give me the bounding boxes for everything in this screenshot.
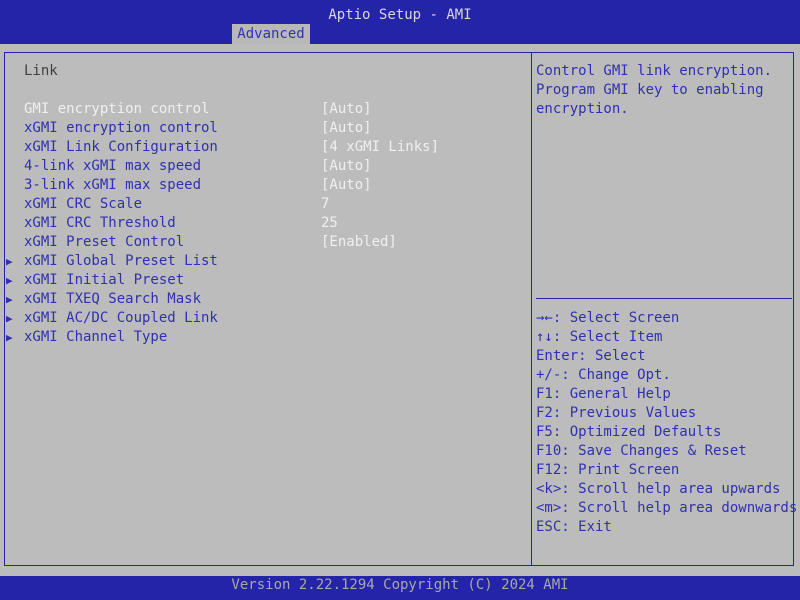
setting-row[interactable]: ▶ xGMI Initial Preset bbox=[0, 271, 528, 290]
title-bar: Aptio Setup - AMI Advanced bbox=[0, 0, 800, 44]
setting-row[interactable]: xGMI Preset Control [Enabled] bbox=[0, 233, 528, 252]
setting-row[interactable]: xGMI encryption control [Auto] bbox=[0, 119, 528, 138]
setting-label: xGMI Link Configuration bbox=[24, 138, 218, 157]
footer-bar: Version 2.22.1294 Copyright (C) 2024 AMI bbox=[0, 576, 800, 600]
setting-value[interactable]: [Enabled] bbox=[321, 233, 397, 252]
key-hint: Enter: Select bbox=[536, 347, 792, 366]
key-hint: +/-: Change Opt. bbox=[536, 366, 792, 385]
setting-row[interactable]: ▶ xGMI Channel Type bbox=[0, 328, 528, 347]
setting-row[interactable]: ▶ xGMI TXEQ Search Mask bbox=[0, 290, 528, 309]
setting-label: xGMI CRC Threshold bbox=[24, 214, 176, 233]
setting-label: xGMI CRC Scale bbox=[24, 195, 142, 214]
triangle-right-icon: ▶ bbox=[6, 309, 13, 328]
setting-value[interactable]: 25 bbox=[321, 214, 338, 233]
key-legend: →←: Select Screen↑↓: Select ItemEnter: S… bbox=[536, 309, 792, 537]
setting-value[interactable]: [Auto] bbox=[321, 119, 372, 138]
setting-row[interactable]: xGMI CRC Threshold 25 bbox=[0, 214, 528, 233]
setting-value[interactable]: [Auto] bbox=[321, 157, 372, 176]
setting-value[interactable]: [Auto] bbox=[321, 100, 372, 119]
help-text: Control GMI link encryption. Program GMI… bbox=[536, 62, 790, 119]
setting-value[interactable]: [4 xGMI Links] bbox=[321, 138, 439, 157]
setting-label: xGMI encryption control bbox=[24, 119, 218, 138]
key-hint: ESC: Exit bbox=[536, 518, 792, 537]
setting-label: 4-link xGMI max speed bbox=[24, 157, 201, 176]
setting-value[interactable]: 7 bbox=[321, 195, 329, 214]
setting-row[interactable]: 4-link xGMI max speed [Auto] bbox=[0, 157, 528, 176]
key-hint: F10: Save Changes & Reset bbox=[536, 442, 792, 461]
setting-label: xGMI AC/DC Coupled Link bbox=[24, 309, 218, 328]
setting-label: 3-link xGMI max speed bbox=[24, 176, 201, 195]
help-divider bbox=[536, 298, 792, 299]
setting-label: xGMI Initial Preset bbox=[24, 271, 184, 290]
key-hint: →←: Select Screen bbox=[536, 309, 792, 328]
triangle-right-icon: ▶ bbox=[6, 271, 13, 290]
setting-row[interactable]: xGMI Link Configuration [4 xGMI Links] bbox=[0, 138, 528, 157]
setting-row[interactable]: ▶ xGMI AC/DC Coupled Link bbox=[0, 309, 528, 328]
triangle-right-icon: ▶ bbox=[6, 328, 13, 347]
setting-label: xGMI Preset Control bbox=[24, 233, 184, 252]
key-hint: F12: Print Screen bbox=[536, 461, 792, 480]
setting-row[interactable]: GMI encryption control [Auto] bbox=[0, 100, 528, 119]
setting-label: GMI encryption control bbox=[24, 100, 209, 119]
setting-label: xGMI TXEQ Search Mask bbox=[24, 290, 201, 309]
setting-row[interactable]: ▶ xGMI Global Preset List bbox=[0, 252, 528, 271]
key-hint: F2: Previous Values bbox=[536, 404, 792, 423]
setting-label: xGMI Channel Type bbox=[24, 328, 167, 347]
key-hint: F1: General Help bbox=[536, 385, 792, 404]
triangle-right-icon: ▶ bbox=[6, 290, 13, 309]
version-text: Version 2.22.1294 Copyright (C) 2024 AMI bbox=[0, 576, 800, 594]
triangle-right-icon: ▶ bbox=[6, 252, 13, 271]
key-hint: ↑↓: Select Item bbox=[536, 328, 792, 347]
setting-value[interactable]: [Auto] bbox=[321, 176, 372, 195]
vertical-divider bbox=[531, 52, 532, 566]
setting-row[interactable]: xGMI CRC Scale 7 bbox=[0, 195, 528, 214]
key-hint: <k>: Scroll help area upwards bbox=[536, 480, 792, 499]
section-title: Link bbox=[24, 62, 58, 81]
setting-row[interactable]: 3-link xGMI max speed [Auto] bbox=[0, 176, 528, 195]
key-hint: F5: Optimized Defaults bbox=[536, 423, 792, 442]
key-hint: <m>: Scroll help area downwards bbox=[536, 499, 792, 518]
tab-advanced[interactable]: Advanced bbox=[232, 24, 310, 44]
app-title: Aptio Setup - AMI bbox=[0, 6, 800, 25]
setting-label: xGMI Global Preset List bbox=[24, 252, 218, 271]
